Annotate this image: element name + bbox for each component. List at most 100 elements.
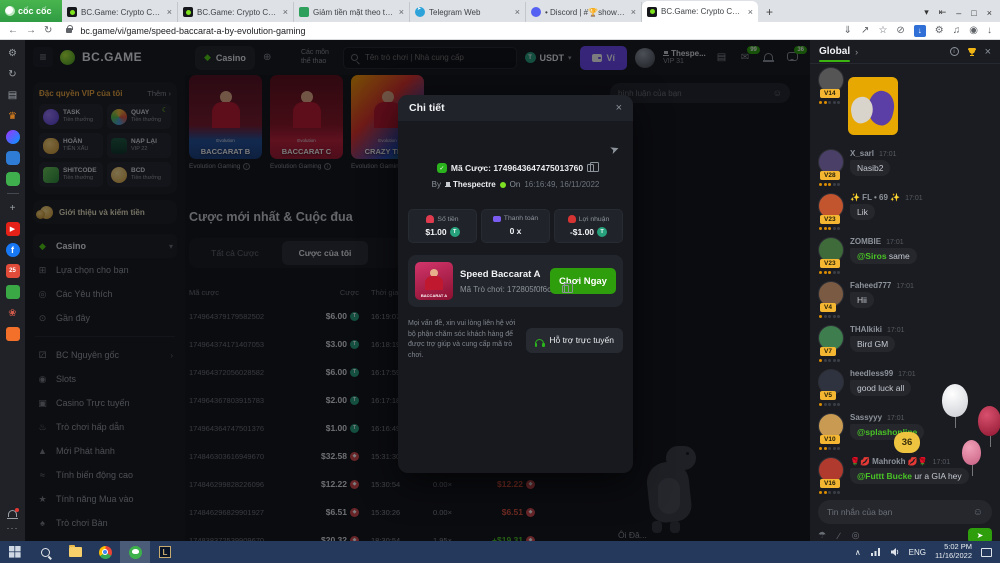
messenger-icon[interactable] [6,130,20,144]
coccoc-brand-button[interactable]: cốc cốc [0,0,62,22]
bet-id[interactable]: 174964379179582502 [189,312,301,321]
chat-username[interactable]: ZOMBIE [850,237,881,246]
reading-list-icon[interactable]: ▤ [6,88,20,102]
bcgame-logo-text[interactable]: BC.GAME [82,50,142,64]
bet-id[interactable]: 174964374171407053 [189,340,301,349]
calendar-app-icon[interactable]: 25 [6,264,20,278]
tab-close-icon[interactable]: × [399,7,404,17]
sidebar-item[interactable]: ▲ Mới Phát hành [33,439,177,463]
tab-close-icon[interactable]: × [748,7,753,17]
ssl-lock-icon[interactable] [66,28,72,33]
youtube-icon[interactable]: ▶ [6,222,20,236]
sidebar-item[interactable]: ⚂ BC Nguyên gốc › [33,343,177,367]
game-thumbnail[interactable]: Evolution BACCARAT C [270,75,343,159]
vip-more-link[interactable]: Thêm › [147,89,171,98]
maximize-button[interactable]: □ [971,8,976,18]
sidebar-item-casino[interactable]: ◆ Casino ▾ [33,234,177,258]
info-icon[interactable]: i [243,163,250,170]
header-sports-button[interactable]: ⊕ Các môn thể thao [263,49,335,65]
hot-trends-icon[interactable]: ♛ [6,109,20,123]
promo-card[interactable]: NẠP LẠIVIP 22 [107,133,171,158]
game-thumbnail[interactable]: BACCARAT A [415,262,453,300]
gif-icon[interactable]: ◎ [852,530,860,541]
new-tab-button[interactable]: + [758,5,781,22]
adblock-shield-icon[interactable]: ⊘ [896,25,904,36]
promo-card[interactable]: TASKTiền thưởng [39,104,103,129]
chat-app-icon[interactable] [6,151,20,165]
play-now-button[interactable]: Chơi Ngay [550,268,616,294]
bet-id[interactable]: 174846303616949670 [189,452,301,461]
bet-list-icon[interactable]: ▤ [714,52,730,63]
chat-username[interactable]: ✨ FL • 69 ✨ [850,193,900,202]
emoji-smiley-icon[interactable]: ☺ [973,507,983,518]
sidebar-pin-icon[interactable]: ⇤ [939,7,947,18]
chat-rules-icon[interactable]: i [950,47,959,56]
sidebar-item[interactable]: ◉ Slots [33,367,177,391]
promo-card[interactable]: HOÀNTIỀN XẤU [39,133,103,158]
bet-id[interactable]: 174846299828226096 [189,480,301,489]
close-button[interactable]: × [987,8,992,18]
reload-button[interactable]: ↻ [44,25,52,36]
chrome-icon[interactable] [90,541,120,563]
downloads-icon[interactable]: ↓ [987,25,992,36]
url-text[interactable]: bc.game/vi/game/speed-baccarat-a-by-evol… [80,26,835,36]
wallet-button[interactable]: Ví [580,46,628,70]
tab-search-icon[interactable]: ▾ [924,7,929,18]
browser-tab[interactable]: BC.Game: Crypto Casino Gan × [642,1,758,22]
network-icon[interactable] [870,547,881,557]
search-input[interactable] [363,52,509,63]
live-support-button[interactable]: Hỗ trợ trực tuyến [526,328,623,353]
browser-tab[interactable]: BC.Game: Crypto Casino Gan × [62,2,178,22]
bet-id[interactable]: 174964364747501376 [189,424,301,433]
sidebar-item[interactable]: ⊙ Gần đây [33,306,177,330]
browser-tab[interactable]: Telegram Web × [410,2,526,22]
tab-close-icon[interactable]: × [631,7,636,17]
cart-app-icon[interactable] [6,327,20,341]
bet-id[interactable]: 174964372056028582 [189,368,301,377]
share-icon[interactable]: ➤ [608,142,621,157]
shop-app-icon[interactable]: ❀ [6,306,20,320]
browser-tab[interactable]: • Discord | #🏆show-off-you × [526,2,642,22]
bookmark-star-icon[interactable]: ☆ [878,25,887,36]
minimize-button[interactable]: – [956,8,961,18]
sidebar-item[interactable]: ♨ Trò chơi hấp dẫn [33,415,177,439]
bell-icon[interactable] [761,52,777,63]
tray-expand-icon[interactable]: ∧ [855,548,861,557]
chevron-right-icon[interactable]: › [855,47,858,57]
chat-username[interactable]: X_sarl [850,149,874,158]
tab-close-icon[interactable]: × [515,7,520,17]
browser-tab[interactable]: BC.Game: Crypto Casino Gan × [178,2,294,22]
promo-card[interactable]: QUAYTiền thưởng ☾ [107,104,171,129]
copy-icon[interactable] [587,164,594,172]
game-card[interactable]: Evolution BACCARAT B Evolution Gaming i [189,75,262,170]
rail-divider[interactable] [7,193,19,194]
file-explorer-icon[interactable] [60,541,90,563]
extensions-icon[interactable]: ⚙ [935,25,944,36]
sidebar-item[interactable]: ♠ Trò chơi Bàn [33,511,177,535]
downloader-icon[interactable]: ↓ [914,25,926,37]
save-page-icon[interactable]: ⇓ [844,25,852,36]
taskbar-search-icon[interactable] [30,541,60,563]
notifications-bell-icon[interactable] [8,510,17,517]
league-of-legends-icon[interactable]: L [150,541,180,563]
chat-username[interactable]: Faheed777 [850,281,891,290]
forward-button[interactable]: → [26,25,36,36]
copy-icon[interactable] [562,285,569,293]
bet-id[interactable]: 174964367803915783 [189,396,301,405]
emoji-smiley-icon[interactable]: ☺ [773,88,782,98]
browser-tab[interactable]: Giảm tiền mặt theo tiến hóa! × [294,2,410,22]
games-app-icon[interactable] [6,172,20,186]
sidebar-item[interactable]: ⊞ Lựa chọn cho bạn [33,258,177,282]
promo-card[interactable]: BCDTiền thưởng [107,162,171,187]
chat-username[interactable]: Sassyyy [850,413,882,422]
chat-input[interactable]: Tin nhắn của bạn ☺ [818,500,992,524]
start-button[interactable] [0,541,30,563]
sidebar-item[interactable]: ★ Tính năng Mua vào [33,487,177,511]
back-button[interactable]: ← [8,25,18,36]
referral-banner[interactable]: Giới thiệu và kiếm tiền [33,200,177,224]
chat-close-icon[interactable]: × [985,46,991,58]
game-thumbnail[interactable]: Evolution BACCARAT B [189,75,262,159]
comment-input[interactable]: bình luận của bạn ☺ [610,83,790,103]
action-center-icon[interactable] [981,548,992,557]
rain-icon[interactable]: ☂ [818,530,826,541]
